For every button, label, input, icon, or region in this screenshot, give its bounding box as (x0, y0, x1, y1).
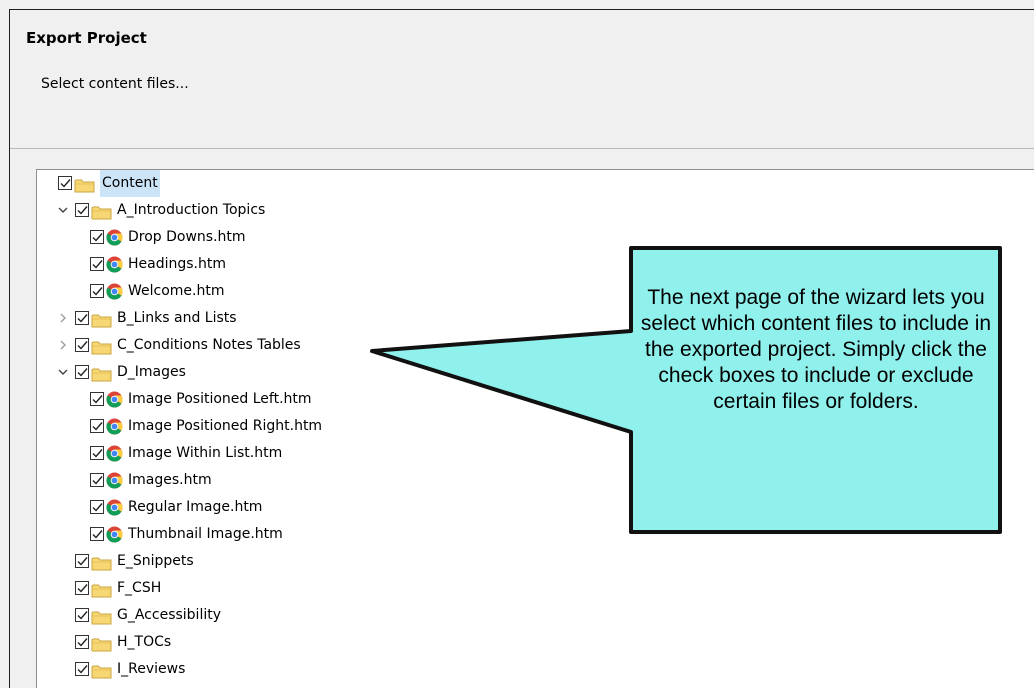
tree-item-label: Drop Downs.htm (128, 229, 246, 245)
checked-checkbox-icon[interactable] (75, 635, 89, 649)
tree-file-row[interactable]: Headings.htm (37, 251, 1017, 278)
tree-item-label: Images.htm (128, 472, 212, 488)
chrome-file-icon (106, 283, 123, 300)
tree-item-label: H_TOCs (117, 634, 172, 650)
checked-checkbox-icon[interactable] (90, 500, 104, 514)
checked-checkbox-icon[interactable] (90, 446, 104, 460)
checked-checkbox-icon[interactable] (75, 554, 89, 568)
chevron-down-icon[interactable] (57, 359, 69, 386)
checked-checkbox-icon[interactable] (75, 365, 89, 379)
chrome-file-icon (106, 418, 123, 435)
folder-icon (91, 338, 113, 355)
tree-file-row[interactable]: Drop Downs.htm (37, 224, 1017, 251)
tree-folder-row[interactable]: G_Accessibility (37, 602, 1017, 629)
tree-item-label: Welcome.htm (128, 283, 225, 299)
tree-item-label: G_Accessibility (117, 607, 221, 623)
content-file-tree[interactable]: Content A_Introduction Topics Drop Downs.h… (36, 169, 1034, 688)
wizard-subtitle: Select content files... (41, 76, 189, 92)
folder-icon (91, 554, 113, 571)
chrome-file-icon (106, 445, 123, 462)
folder-icon (74, 176, 96, 193)
tree-folder-row[interactable]: A_Introduction Topics (37, 197, 1017, 224)
folder-icon (91, 311, 113, 328)
tree-item-label: F_CSH (117, 580, 162, 596)
tree-item-label: Image Positioned Left.htm (128, 391, 312, 407)
chrome-file-icon (106, 391, 123, 408)
checked-checkbox-icon[interactable] (75, 338, 89, 352)
checked-checkbox-icon[interactable] (90, 392, 104, 406)
checked-checkbox-icon[interactable] (90, 473, 104, 487)
checked-checkbox-icon[interactable] (90, 527, 104, 541)
tree-folder-row[interactable]: I_Reviews (37, 656, 1017, 683)
checked-checkbox-icon[interactable] (75, 203, 89, 217)
tree-item-label: A_Introduction Topics (117, 202, 266, 218)
checked-checkbox-icon[interactable] (75, 662, 89, 676)
chrome-file-icon (106, 229, 123, 246)
folder-icon (91, 662, 113, 679)
content-pane: Content A_Introduction Topics Drop Downs.h… (10, 149, 1034, 688)
folder-icon (91, 635, 113, 652)
tree-item-label: I_Reviews (117, 661, 186, 677)
chrome-file-icon (106, 526, 123, 543)
chrome-file-icon (106, 472, 123, 489)
wizard-header: Export Project Select content files... (10, 10, 1034, 149)
checked-checkbox-icon[interactable] (58, 176, 72, 190)
tree-item-label: Headings.htm (128, 256, 226, 272)
tree-item-label: Image Positioned Right.htm (128, 418, 323, 434)
checked-checkbox-icon[interactable] (75, 608, 89, 622)
tree-item-label: C_Conditions Notes Tables (117, 337, 301, 353)
tree-item-label: Regular Image.htm (128, 499, 263, 515)
tree-folder-row[interactable]: H_TOCs (37, 629, 1017, 656)
tree-item-label: Content (100, 170, 160, 197)
tree-item-label: B_Links and Lists (117, 310, 237, 326)
folder-icon (91, 365, 113, 382)
chevron-right-icon[interactable] (57, 332, 69, 359)
tree-folder-row[interactable]: E_Snippets (37, 548, 1017, 575)
tree-file-row[interactable]: Images.htm (37, 467, 1017, 494)
checked-checkbox-icon[interactable] (75, 311, 89, 325)
folder-icon (91, 581, 113, 598)
chevron-right-icon[interactable] (57, 305, 69, 332)
checked-checkbox-icon[interactable] (90, 230, 104, 244)
folder-icon (91, 203, 113, 220)
tree-item-label: Thumbnail Image.htm (128, 526, 283, 542)
chrome-file-icon (106, 499, 123, 516)
tree-file-row[interactable]: Thumbnail Image.htm (37, 521, 1017, 548)
tree-item-label: E_Snippets (117, 553, 194, 569)
tree-item-label: Image Within List.htm (128, 445, 283, 461)
folder-icon (91, 608, 113, 625)
tree-folder-row[interactable]: Content (37, 170, 1017, 197)
chrome-file-icon (106, 256, 123, 273)
tree-file-row[interactable]: Image Within List.htm (37, 440, 1017, 467)
wizard-title: Export Project (26, 29, 147, 47)
checked-checkbox-icon[interactable] (90, 419, 104, 433)
tree-file-row[interactable]: Image Positioned Right.htm (37, 413, 1017, 440)
callout-text: The next page of the wizard lets you sel… (640, 286, 992, 413)
tree-item-label: D_Images (117, 364, 186, 380)
checked-checkbox-icon[interactable] (90, 284, 104, 298)
chevron-down-icon[interactable] (57, 197, 69, 224)
tree-folder-row[interactable]: F_CSH (37, 575, 1017, 602)
checked-checkbox-icon[interactable] (75, 581, 89, 595)
tree-file-row[interactable]: Regular Image.htm (37, 494, 1017, 521)
checked-checkbox-icon[interactable] (90, 257, 104, 271)
